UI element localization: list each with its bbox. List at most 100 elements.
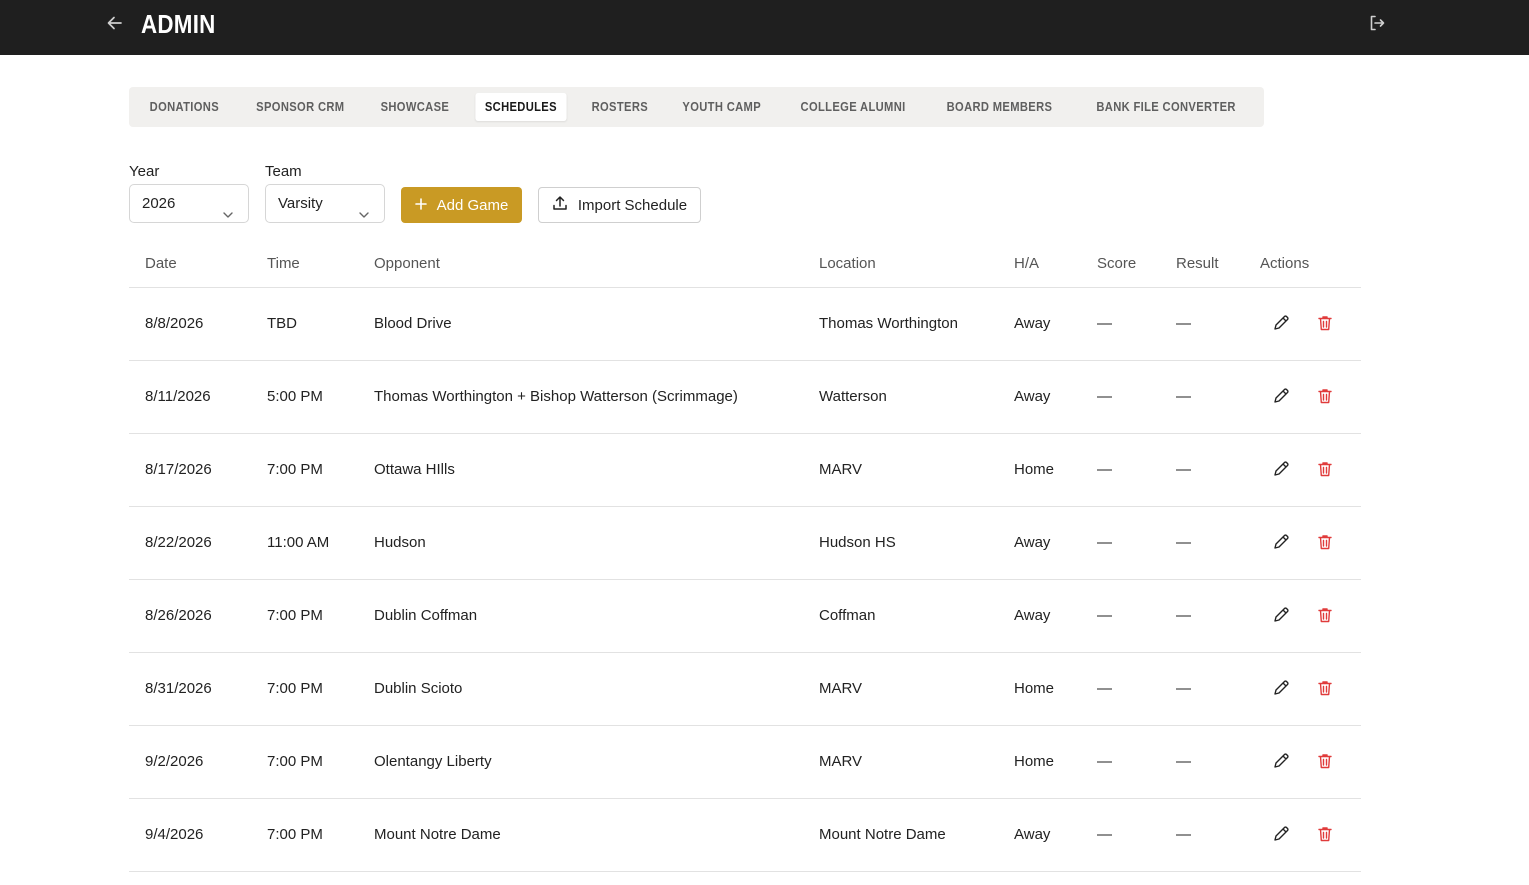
cell-opponent: Ottawa HIlls	[374, 461, 455, 478]
header-ha[interactable]: H/A	[1014, 255, 1039, 272]
section-tabs: DONATIONS SPONSOR CRM SHOWCASE SCHEDULES ROS…	[129, 87, 1265, 127]
tab-rosters[interactable]: ROSTERS	[582, 93, 657, 121]
table-row: 8/8/2026 TBD Blood Drive Thomas Worthington…	[129, 288, 1361, 361]
table-row: 8/11/2026 5:00 PM Thomas Worthington + Bis…	[129, 361, 1361, 434]
cell-location: MARV	[819, 753, 863, 770]
cell-ha: Home	[1014, 680, 1055, 697]
table-row: 9/2/2026 7:00 PM Olentangy Liberty MARV Home…	[129, 726, 1361, 799]
cell-opponent: Dublin Scioto	[374, 680, 463, 697]
delete-trash-icon[interactable]	[1316, 533, 1334, 551]
table-row: 8/22/2026 11:00 AM Hudson Hudson HS Away — —	[129, 507, 1361, 580]
top-bar: ADMIN	[0, 0, 1529, 55]
plus-icon	[414, 197, 427, 214]
edit-pencil-icon[interactable]	[1272, 314, 1290, 332]
header-date[interactable]: Date	[145, 255, 177, 272]
tab-showcase[interactable]: SHOWCASE	[371, 93, 459, 121]
team-label: Team	[265, 163, 302, 180]
year-select[interactable]: 2026	[129, 184, 249, 223]
cell-time: 11:00 AM	[267, 534, 330, 551]
cell-date: 8/8/2026	[145, 315, 204, 332]
chevron-down-icon	[358, 198, 370, 218]
edit-pencil-icon[interactable]	[1272, 679, 1290, 697]
back-arrow-icon[interactable]	[104, 12, 126, 34]
year-select-value: 2026	[142, 195, 176, 212]
cell-date: 8/31/2026	[145, 680, 212, 697]
table-row: 8/31/2026 7:00 PM Dublin Scioto MARV Home — —	[129, 653, 1361, 726]
cell-score: —	[1097, 315, 1112, 332]
cell-score: —	[1097, 607, 1112, 624]
cell-ha: Home	[1014, 461, 1055, 478]
team-select-value: Varsity	[278, 195, 323, 212]
delete-trash-icon[interactable]	[1316, 387, 1334, 405]
cell-location: Thomas Worthington	[819, 315, 958, 332]
tab-donations[interactable]: DONATIONS	[140, 93, 228, 121]
cell-location: Hudson HS	[819, 534, 896, 551]
edit-pencil-icon[interactable]	[1272, 533, 1290, 551]
header-time[interactable]: Time	[267, 255, 300, 272]
header-actions: Actions	[1260, 255, 1310, 272]
table-body: 8/8/2026 TBD Blood Drive Thomas Worthington…	[129, 288, 1361, 872]
cell-ha: Away	[1014, 607, 1051, 624]
edit-pencil-icon[interactable]	[1272, 606, 1290, 624]
cell-time: 7:00 PM	[267, 461, 323, 478]
delete-trash-icon[interactable]	[1316, 825, 1334, 843]
cell-score: —	[1097, 461, 1112, 478]
cell-score: —	[1097, 534, 1112, 551]
cell-score: —	[1097, 680, 1112, 697]
cell-ha: Away	[1014, 315, 1051, 332]
cell-result: —	[1176, 826, 1191, 843]
import-schedule-label: Import Schedule	[577, 196, 688, 214]
chevron-down-icon	[222, 198, 234, 218]
cell-ha: Away	[1014, 388, 1051, 405]
cell-time: 5:00 PM	[267, 388, 323, 405]
tab-college-alumni[interactable]: COLLEGE ALUMNI	[791, 93, 915, 121]
header-location[interactable]: Location	[819, 255, 876, 272]
cell-score: —	[1097, 753, 1112, 770]
add-game-label: Add Game	[436, 196, 509, 214]
header-score[interactable]: Score	[1097, 255, 1136, 272]
cell-time: 7:00 PM	[267, 753, 323, 770]
team-select[interactable]: Varsity	[265, 184, 385, 223]
edit-pencil-icon[interactable]	[1272, 825, 1290, 843]
delete-trash-icon[interactable]	[1316, 606, 1334, 624]
cell-location: Coffman	[819, 607, 876, 624]
cell-time: TBD	[267, 315, 297, 332]
edit-pencil-icon[interactable]	[1272, 387, 1290, 405]
cell-date: 8/17/2026	[145, 461, 212, 478]
tab-bank-file-converter[interactable]: BANK FILE CONVERTER	[1087, 93, 1245, 121]
cell-opponent: Thomas Worthington + Bishop Watterson (S…	[374, 388, 738, 405]
delete-trash-icon[interactable]	[1316, 752, 1334, 770]
header-opponent[interactable]: Opponent	[374, 255, 440, 272]
cell-result: —	[1176, 753, 1191, 770]
edit-pencil-icon[interactable]	[1272, 460, 1290, 478]
add-game-button[interactable]: Add Game	[401, 187, 522, 223]
schedule-table: Date Time Opponent Location H/A Score Re…	[129, 240, 1361, 872]
header-result[interactable]: Result	[1176, 255, 1219, 272]
cell-opponent: Hudson	[374, 534, 426, 551]
tab-board-members[interactable]: BOARD MEMBERS	[937, 93, 1062, 121]
cell-opponent: Dublin Coffman	[374, 607, 478, 624]
delete-trash-icon[interactable]	[1316, 679, 1334, 697]
import-schedule-button[interactable]: Import Schedule	[538, 187, 701, 223]
tab-youth-camp[interactable]: YOUTH CAMP	[673, 93, 771, 121]
delete-trash-icon[interactable]	[1316, 460, 1334, 478]
edit-pencil-icon[interactable]	[1272, 752, 1290, 770]
cell-ha: Away	[1014, 534, 1051, 551]
cell-date: 8/11/2026	[145, 388, 211, 405]
cell-location: MARV	[819, 461, 863, 478]
cell-time: 7:00 PM	[267, 826, 323, 843]
cell-result: —	[1176, 534, 1191, 551]
app-title: ADMIN	[141, 9, 216, 39]
cell-date: 8/26/2026	[145, 607, 212, 624]
tab-sponsor-crm[interactable]: SPONSOR CRM	[246, 93, 353, 121]
cell-ha: Away	[1014, 826, 1051, 843]
logout-icon[interactable]	[1367, 13, 1387, 33]
cell-score: —	[1097, 826, 1112, 843]
upload-icon	[552, 195, 568, 215]
cell-location: MARV	[819, 680, 863, 697]
cell-date: 9/4/2026	[145, 826, 204, 843]
table-row: 8/17/2026 7:00 PM Ottawa HIlls MARV Home — —	[129, 434, 1361, 507]
cell-opponent: Olentangy Liberty	[374, 753, 492, 770]
tab-schedules[interactable]: SCHEDULES	[475, 93, 567, 121]
delete-trash-icon[interactable]	[1316, 314, 1334, 332]
